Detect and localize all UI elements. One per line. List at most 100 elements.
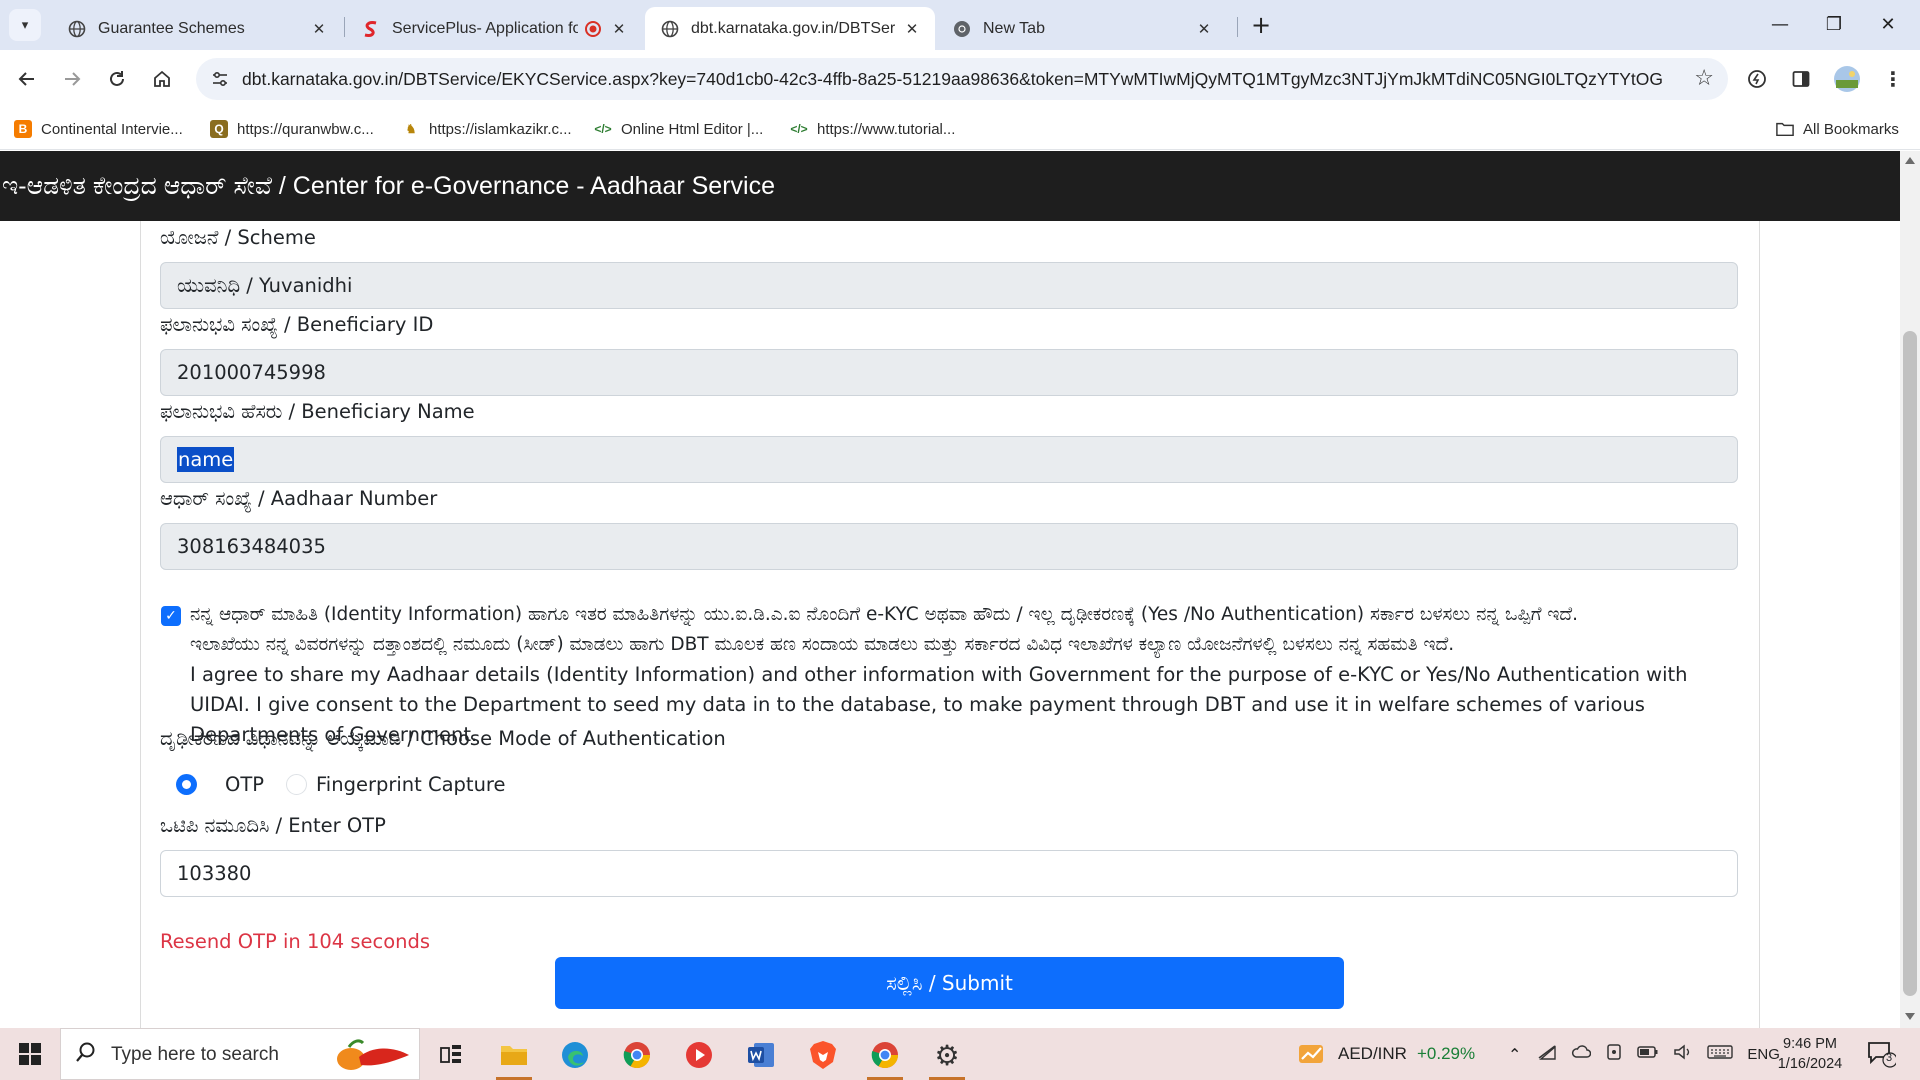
scrollbar-thumb[interactable] xyxy=(1903,331,1917,996)
beneficiary-name-label: ಫಲಾನುಭವಿ ಹೆಸರು / Beneficiary Name xyxy=(160,400,475,423)
page-scrollbar[interactable] xyxy=(1900,151,1920,1028)
side-panel-icon xyxy=(1792,71,1810,87)
all-bookmarks[interactable]: All Bookmarks xyxy=(1776,117,1899,141)
otp-input[interactable]: 103380 xyxy=(160,850,1738,897)
recording-icon xyxy=(584,20,602,38)
scheme-label: ಯೋಜನೆ / Scheme xyxy=(160,226,316,249)
url-text[interactable]: dbt.karnataka.gov.in/DBTService/EKYCServ… xyxy=(242,69,1662,90)
folder-icon xyxy=(501,1046,527,1065)
task-view-button[interactable] xyxy=(424,1034,478,1076)
fingerprint-radio[interactable] xyxy=(286,774,307,795)
windows-taskbar: Type here to search ⚙ AED/INR +0.29% ⌃ E… xyxy=(0,1028,1920,1080)
auth-mode-label: ದೃಢೀಕರಣದ ವಿಧಾನವನ್ನು ಆಯ್ಕೆಮಾಡಿ / Choose M… xyxy=(160,727,726,750)
globe-icon xyxy=(68,20,86,38)
chrome-icon xyxy=(623,1042,651,1069)
minimize-button[interactable]: — xyxy=(1760,8,1800,40)
more-vertical-icon: ⋮ xyxy=(1883,67,1903,91)
tab-guarantee-schemes[interactable]: Guarantee Schemes ✕ xyxy=(52,7,342,50)
fingerprint-radio-label[interactable]: Fingerprint Capture xyxy=(316,773,506,796)
gear-icon: ⚙ xyxy=(934,1038,960,1072)
quran-icon: Q xyxy=(210,120,228,138)
plus-icon: + xyxy=(1250,11,1272,39)
edge-icon xyxy=(562,1042,588,1068)
chrome-active-button[interactable] xyxy=(858,1034,912,1080)
chrome-button[interactable] xyxy=(610,1034,664,1076)
battery-icon[interactable] xyxy=(1637,1044,1659,1064)
tab-serviceplus[interactable]: ServicePlus- Application for ✕ xyxy=(346,7,642,50)
otp-radio-label[interactable]: OTP xyxy=(225,773,264,796)
browser-tab-strip: ▾ Guarantee Schemes ✕ ServicePlus- Appli… xyxy=(0,0,1920,50)
bookmark-item[interactable]: </> Online Html Editor |... xyxy=(594,117,763,141)
new-tab-button[interactable]: + xyxy=(1246,10,1276,40)
bookmark-star-icon[interactable]: ☆ xyxy=(1694,66,1714,91)
media-player-button[interactable] xyxy=(672,1034,726,1076)
wifi-icon[interactable] xyxy=(1537,1044,1557,1064)
consent-kannada-line2: ಇಲಾಖೆಯು ನನ್ನ ವಿವರಗಳನ್ನು ದತ್ತಾಂಶದಲ್ಲಿ ನಮೂ… xyxy=(190,634,1455,655)
consent-checkbox[interactable]: ✓ xyxy=(161,606,181,626)
word-button[interactable] xyxy=(734,1034,788,1076)
beneficiary-id-field[interactable]: 201000745998 xyxy=(160,349,1738,396)
start-button[interactable] xyxy=(0,1028,60,1080)
scroll-up-icon[interactable] xyxy=(1905,157,1915,164)
file-explorer-button[interactable] xyxy=(487,1034,541,1080)
home-button[interactable] xyxy=(145,62,179,96)
chevron-up-icon[interactable]: ⌃ xyxy=(1508,1045,1521,1064)
currency-widget[interactable]: AED/INR +0.29% xyxy=(1296,1028,1475,1080)
scroll-down-icon[interactable] xyxy=(1905,1013,1915,1020)
extension-button[interactable] xyxy=(1740,62,1774,96)
site-info-icon[interactable] xyxy=(210,69,230,89)
side-panel-button[interactable] xyxy=(1784,62,1818,96)
address-bar[interactable]: dbt.karnataka.gov.in/DBTService/EKYCServ… xyxy=(196,58,1728,100)
close-tab-icon[interactable]: ✕ xyxy=(310,20,328,38)
device-icon[interactable] xyxy=(1605,1043,1623,1065)
close-window-button[interactable]: ✕ xyxy=(1868,8,1908,40)
reload-button[interactable] xyxy=(100,62,134,96)
page-header: ಇ-ಆಡಳಿತ ಕೇಂದ್ರದ ಆಧಾರ್ ಸೇವೆ / Center for … xyxy=(0,151,1900,221)
close-tab-icon[interactable]: ✕ xyxy=(1195,20,1213,38)
close-tab-icon[interactable]: ✕ xyxy=(610,20,628,38)
keyboard-icon[interactable] xyxy=(1707,1044,1734,1064)
taskbar-search[interactable]: Type here to search xyxy=(60,1028,420,1080)
bookmark-item[interactable]: B Continental Intervie... xyxy=(14,117,183,141)
submit-button[interactable]: ಸಲ್ಲಿಸಿ / Submit xyxy=(555,957,1344,1009)
beneficiary-name-field[interactable]: name xyxy=(160,436,1738,483)
bookmark-item[interactable]: </> https://www.tutorial... xyxy=(790,117,955,141)
reload-icon xyxy=(110,71,124,86)
cloud-icon[interactable] xyxy=(1571,1044,1592,1064)
close-tab-icon[interactable]: ✕ xyxy=(903,20,921,38)
restore-button[interactable]: ❐ xyxy=(1814,8,1854,40)
aadhaar-number-field[interactable]: 308163484035 xyxy=(160,523,1738,570)
chrome-icon xyxy=(953,20,971,38)
globe-icon xyxy=(661,20,679,38)
browser-toolbar: dbt.karnataka.gov.in/DBTService/EKYCServ… xyxy=(0,50,1920,108)
bookmark-item[interactable]: Q https://quranwbw.c... xyxy=(210,117,374,141)
folder-icon xyxy=(1776,120,1794,138)
tab-new-tab[interactable]: New Tab ✕ xyxy=(937,7,1227,50)
settings-button[interactable]: ⚙ xyxy=(920,1034,974,1080)
edge-button[interactable] xyxy=(548,1034,602,1076)
forward-button[interactable] xyxy=(55,62,89,96)
task-view-icon xyxy=(440,1045,461,1063)
restore-icon: ❐ xyxy=(1825,13,1843,35)
profile-avatar[interactable] xyxy=(1830,62,1864,96)
otp-radio[interactable] xyxy=(176,774,197,795)
search-icon xyxy=(75,1041,97,1069)
forward-arrow-icon xyxy=(65,72,81,86)
tab-search-button[interactable]: ▾ xyxy=(9,9,41,41)
page-title: ಇ-ಆಡಳಿತ ಕೇಂದ್ರದ ಆಧಾರ್ ಸೇವೆ / Center for … xyxy=(2,171,775,200)
system-tray: ⌃ ENG xyxy=(1508,1028,1780,1080)
checkmark-icon: ✓ xyxy=(165,608,177,624)
brave-button[interactable] xyxy=(796,1034,850,1076)
beneficiary-id-label: ಫಲಾನುಭವಿ ಸಂಖ್ಯೆ / Beneficiary ID xyxy=(160,313,434,336)
volume-icon[interactable] xyxy=(1673,1044,1693,1064)
tab-separator xyxy=(1237,17,1238,37)
taskbar-clock[interactable]: 9:46 PM 1/16/2024 xyxy=(1770,1034,1850,1074)
back-button[interactable] xyxy=(10,62,44,96)
scheme-field[interactable]: ಯುವನಿಧಿ / Yuvanidhi xyxy=(160,262,1738,309)
home-icon xyxy=(154,70,170,87)
browser-menu-button[interactable]: ⋮ xyxy=(1876,62,1910,96)
bookmark-item[interactable]: ♞ https://islamkazikr.c... xyxy=(402,117,572,141)
notification-center-button[interactable]: 3 xyxy=(1866,1040,1896,1068)
camel-icon: ♞ xyxy=(405,122,417,136)
tab-dbt-karnataka[interactable]: dbt.karnataka.gov.in/DBTServic ✕ xyxy=(645,7,935,50)
